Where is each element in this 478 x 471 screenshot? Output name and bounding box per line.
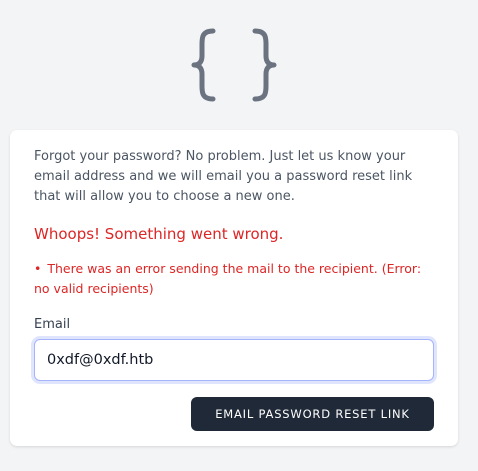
forgot-password-card: Forgot your password? No problem. Just l…: [10, 130, 458, 446]
error-list: There was an error sending the mail to t…: [34, 259, 434, 299]
logo[interactable]: [191, 28, 277, 102]
curly-braces-icon: [191, 28, 277, 102]
error-item: There was an error sending the mail to t…: [34, 259, 434, 299]
error-title: Whoops! Something went wrong.: [34, 225, 284, 243]
email-field[interactable]: [34, 339, 434, 381]
intro-text: Forgot your password? No problem. Just l…: [34, 149, 413, 204]
email-label: Email: [34, 317, 71, 332]
email-password-reset-link-button[interactable]: EMAIL PASSWORD RESET LINK: [191, 397, 434, 431]
